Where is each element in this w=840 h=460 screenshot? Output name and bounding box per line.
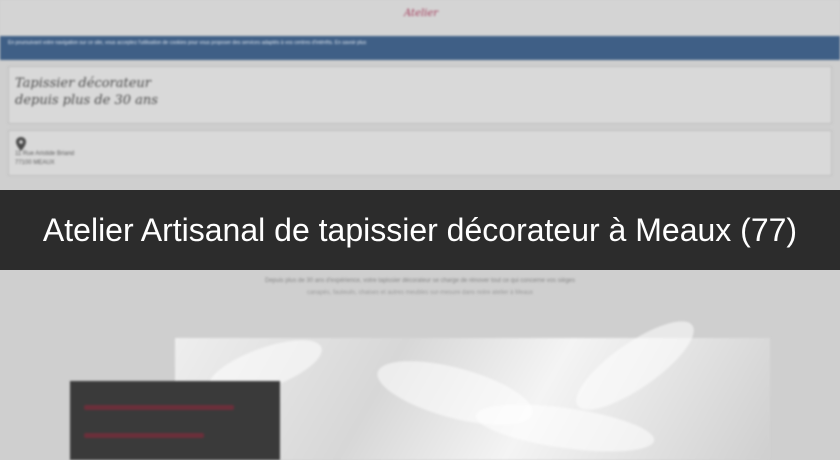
site-header: Atelier [0, 0, 840, 36]
address-city: 77100 MEAUX [15, 160, 55, 166]
title-banner: Atelier Artisanal de tapissier décorateu… [0, 190, 840, 270]
site-logo[interactable]: Atelier [404, 4, 438, 24]
hero-petal [473, 395, 657, 460]
slogan-box: Tapissier décorateur depuis plus de 30 a… [8, 66, 832, 124]
address-box: 11 Rue Aristide Briand 77100 MEAUX [8, 130, 832, 176]
hero-caption-box [70, 381, 280, 460]
hero-petal [564, 306, 706, 425]
page-title: Atelier Artisanal de tapissier décorateu… [42, 212, 798, 248]
slogan-line-1: Tapissier décorateur [15, 76, 152, 91]
hero-caption-line [84, 433, 204, 438]
map-pin-icon [16, 137, 26, 151]
intro-line-2: canapés, fauteuils, chaises et autres me… [306, 290, 534, 296]
hero-caption-line [84, 405, 234, 410]
intro-line-1: Depuis plus de 30 ans d'expérience, votr… [265, 278, 575, 284]
slogan: Tapissier décorateur depuis plus de 30 a… [15, 75, 158, 109]
slogan-line-2: depuis plus de 30 ans [15, 93, 158, 108]
cookie-notice[interactable]: En poursuivant votre navigation sur ce s… [0, 36, 840, 60]
address-street: 11 Rue Aristide Briand [15, 151, 75, 157]
